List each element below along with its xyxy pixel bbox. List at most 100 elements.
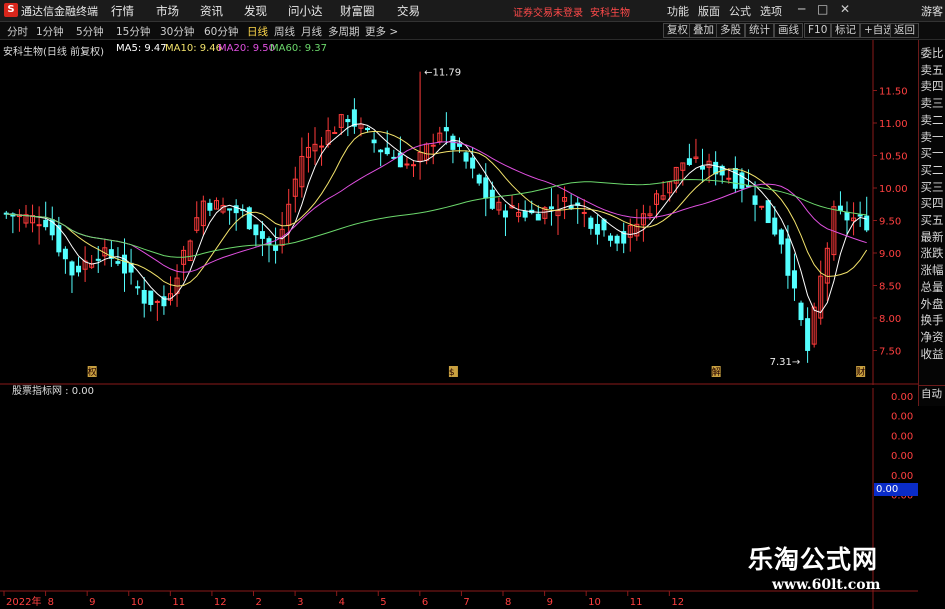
candle-body (588, 217, 594, 229)
mark-button[interactable]: 标记 (831, 23, 860, 38)
menu-options[interactable]: 选项 (760, 3, 782, 19)
candle-body (483, 177, 489, 199)
period-weekly[interactable]: 周线 (274, 24, 295, 39)
ma-line-ma10 (6, 130, 868, 287)
period-monthly[interactable]: 月线 (301, 24, 322, 39)
candle-body (798, 302, 804, 321)
menu-market[interactable]: 市场 (156, 3, 179, 19)
side-item-7[interactable]: 买二 (919, 162, 945, 178)
back-button[interactable]: 返回 (890, 23, 919, 38)
x-tick-label: 6 (422, 597, 428, 608)
candle-body (332, 132, 338, 135)
overlay-button[interactable]: 叠加 (689, 23, 718, 38)
candle-body (76, 265, 82, 273)
adjust-button[interactable]: 复权 (663, 23, 692, 38)
candle-body (522, 210, 528, 218)
period-5min[interactable]: 5分钟 (76, 24, 104, 39)
menu-layout[interactable]: 版面 (698, 3, 720, 19)
side-item-13[interactable]: 涨幅 (919, 262, 945, 278)
candle-body (62, 248, 68, 260)
f10-button[interactable]: F10 (804, 23, 832, 38)
indicator-y-tick-label: 0.00 (891, 392, 913, 403)
x-tick-label: 2 (256, 597, 262, 608)
x-tick-label: 8 (48, 597, 54, 608)
candle-body (443, 127, 449, 132)
side-item-2[interactable]: 卖四 (919, 78, 945, 94)
side-item-3[interactable]: 卖三 (919, 95, 945, 111)
multi-stock-button[interactable]: 多股 (716, 23, 745, 38)
period-daily[interactable]: 日线 (247, 24, 268, 39)
app-logo-icon: S (4, 3, 18, 17)
period-60min[interactable]: 60分钟 (204, 24, 238, 39)
period-15min[interactable]: 15分钟 (116, 24, 150, 39)
candle-body (752, 195, 758, 205)
x-tick-label: 7 (463, 597, 469, 608)
candle-body (535, 213, 541, 221)
event-marker-label: 解 (712, 366, 721, 378)
candle-body (759, 205, 765, 208)
y-tick-label: 9.00 (879, 249, 901, 260)
chart-title: 安科生物(日线 前复权) (3, 47, 104, 58)
candle-body (319, 145, 325, 148)
min-price-label: 7.31→ (770, 357, 801, 368)
candle-body (43, 219, 49, 228)
menu-trade[interactable]: 交易 (397, 3, 420, 19)
candle-body (476, 174, 482, 184)
candle-body (115, 261, 121, 264)
candle-body (384, 147, 390, 155)
side-item-6[interactable]: 买一 (919, 145, 945, 161)
menu-news[interactable]: 资讯 (200, 3, 223, 19)
menu-wealth-circle[interactable]: 财富圈 (340, 3, 375, 19)
menu-market-quotes[interactable]: 行情 (111, 3, 134, 19)
maximize-icon[interactable]: □ (817, 2, 828, 16)
x-tick-label: 9 (547, 597, 553, 608)
candle-body (778, 229, 784, 245)
candle-body (246, 207, 252, 230)
period-more[interactable]: 更多 > (365, 24, 398, 39)
guest-user[interactable]: 游客 (921, 3, 943, 19)
side-item-1[interactable]: 卖五 (919, 62, 945, 78)
auto-button[interactable]: 自动 (918, 385, 945, 403)
side-item-18[interactable]: 收益 (919, 346, 945, 362)
side-item-4[interactable]: 卖二 (919, 112, 945, 128)
side-item-14[interactable]: 总量 (919, 279, 945, 295)
period-timeshare[interactable]: 分时 (7, 24, 28, 39)
indicator-y-tick-label: 0.00 (891, 431, 913, 442)
menu-ask-xiaoda[interactable]: 问小达 (288, 3, 323, 19)
event-marker-label: 财 (856, 366, 865, 378)
period-1min[interactable]: 1分钟 (36, 24, 64, 39)
max-price-label: ←11.79 (424, 68, 461, 79)
watermark-title: 乐淘公式网 (748, 545, 879, 574)
side-item-5[interactable]: 卖一 (919, 129, 945, 145)
menu-formula[interactable]: 公式 (729, 3, 751, 19)
menu-discover[interactable]: 发现 (244, 3, 267, 19)
side-item-12[interactable]: 涨跌 (919, 245, 945, 261)
period-multi[interactable]: 多周期 (328, 24, 360, 39)
side-item-15[interactable]: 外盘 (919, 296, 945, 312)
candlestick-chart[interactable]: 7.50 8.00 8.50 9.00 9.50 10.00 10.50 11.00 11.50… (0, 40, 918, 385)
side-item-10[interactable]: 买五 (919, 212, 945, 228)
side-item-11[interactable]: 最新 (919, 229, 945, 245)
statistics-button[interactable]: 统计 (745, 23, 774, 38)
x-tick-label: 10 (588, 597, 601, 608)
candle-body (36, 224, 42, 227)
indicator-current-value: 0.00 (874, 483, 918, 496)
menu-functions[interactable]: 功能 (667, 3, 689, 19)
side-item-9[interactable]: 买四 (919, 195, 945, 211)
close-icon[interactable]: ✕ (840, 2, 850, 16)
side-item-16[interactable]: 换手 (919, 312, 945, 328)
candle-body (148, 290, 154, 305)
minimize-icon[interactable]: ─ (798, 2, 805, 16)
side-item-0[interactable]: 委比 (919, 45, 945, 61)
period-30min[interactable]: 30分钟 (160, 24, 194, 39)
login-status: 证券交易未登录 (513, 8, 583, 19)
candle-body (207, 202, 213, 211)
side-item-8[interactable]: 买三 (919, 179, 945, 195)
draw-line-button[interactable]: 画线 (774, 23, 803, 38)
candle-body (351, 109, 357, 127)
y-tick-label: 11.50 (879, 87, 908, 98)
candle-body (253, 224, 259, 236)
side-item-17[interactable]: 净资 (919, 329, 945, 345)
candle-body (489, 189, 495, 209)
candle-body (686, 158, 692, 165)
